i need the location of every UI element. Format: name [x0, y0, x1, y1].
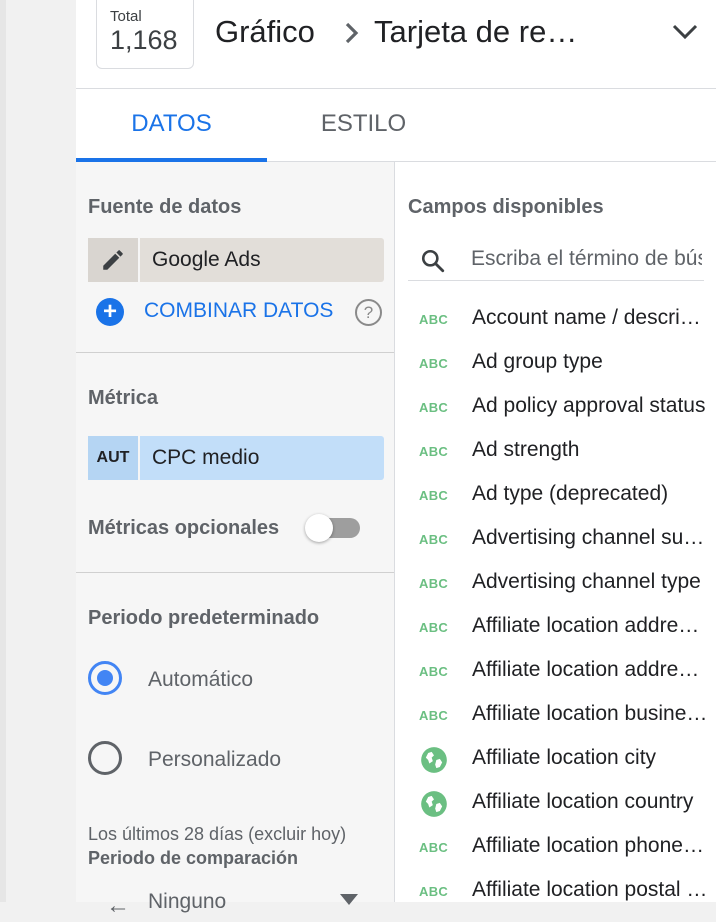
field-name: Ad group type: [472, 350, 603, 373]
field-name: Affiliate location postal code: [472, 878, 708, 901]
optional-metrics-label: Métricas opcionales: [88, 517, 280, 539]
aggregation-badge[interactable]: AUT: [88, 436, 140, 480]
radio-custom[interactable]: [88, 741, 122, 775]
text-type-icon: ABC: [419, 840, 449, 855]
tab-style[interactable]: ESTILO: [267, 89, 460, 161]
globe-icon: [421, 747, 447, 773]
field-item[interactable]: Affiliate location country: [395, 782, 716, 826]
metric-name: CPC medio: [152, 446, 260, 469]
panel-tabs: DATOS ESTILO: [76, 89, 716, 162]
available-fields-column: Campos disponibles ABC Account name / des…: [395, 162, 716, 902]
setup-column: Fuente de datos Google Ads + COMBINAR DA…: [76, 162, 395, 919]
field-name: Affiliate location country: [472, 790, 694, 813]
metric-title: Métrica: [88, 387, 159, 409]
arrow-left-icon: ←: [106, 892, 130, 919]
radio-automatic-label[interactable]: Automático: [148, 668, 253, 692]
field-name: Affiliate location phone number: [472, 834, 708, 857]
chevron-down-icon[interactable]: [670, 20, 700, 44]
canvas-edge: [0, 0, 77, 902]
breadcrumb-chart[interactable]: Gráfico: [215, 14, 315, 50]
text-type-icon: ABC: [419, 620, 449, 635]
field-item[interactable]: ABC Affiliate location business name: [395, 694, 716, 738]
date-range-title: Periodo predeterminado: [88, 607, 320, 629]
total-value: 1,168: [110, 25, 178, 55]
field-search: [408, 240, 704, 281]
field-name: Account name / descriptive name: [472, 306, 708, 329]
search-input[interactable]: [471, 244, 702, 274]
field-name: Advertising channel sub type: [472, 526, 708, 549]
comparison-title: Periodo de comparación: [88, 848, 299, 868]
field-name: Affiliate location business name: [472, 702, 708, 725]
field-item[interactable]: Affiliate location city: [395, 738, 716, 782]
component-preview[interactable]: Total 1,168: [96, 0, 194, 69]
comparison-value: Ninguno: [148, 890, 227, 913]
globe-icon: [421, 791, 447, 817]
text-type-icon: ABC: [419, 356, 449, 371]
field-item[interactable]: ABC Advertising channel type: [395, 562, 716, 606]
metric-chip[interactable]: AUT CPC medio: [88, 436, 384, 480]
field-name: Ad policy approval status: [472, 394, 706, 417]
field-name: Ad type (deprecated): [472, 482, 669, 505]
field-name: Affiliate location city: [472, 746, 657, 769]
chevron-right-icon: [345, 22, 359, 44]
panel-header: Total 1,168 Gráfico Tarjeta de re…: [76, 0, 716, 89]
edit-source-button[interactable]: [88, 238, 140, 282]
date-range-note: Los últimos 28 días (excluir hoy): [88, 824, 347, 844]
field-item[interactable]: ABC Ad policy approval status: [395, 386, 716, 430]
tab-data[interactable]: DATOS: [76, 89, 267, 161]
available-fields-title: Campos disponibles: [408, 196, 604, 218]
field-item[interactable]: ABC Affiliate location phone number: [395, 826, 716, 870]
search-icon: [421, 249, 445, 273]
field-name: Advertising channel type: [472, 570, 701, 593]
text-type-icon: ABC: [419, 312, 449, 327]
properties-panel: Total 1,168 Gráfico Tarjeta de re… DATOS…: [76, 0, 716, 919]
dropdown-caret-icon: [340, 894, 358, 905]
breadcrumb-scorecard[interactable]: Tarjeta de re…: [374, 14, 577, 50]
field-item[interactable]: ABC Ad type (deprecated): [395, 474, 716, 518]
text-type-icon: ABC: [419, 488, 449, 503]
data-source-name: Google Ads: [152, 248, 261, 271]
field-item[interactable]: ABC Ad strength: [395, 430, 716, 474]
field-name: Affiliate location address line 2: [472, 658, 708, 681]
comparison-select[interactable]: ← Ninguno: [88, 882, 384, 922]
canvas-edge-shade: [0, 0, 6, 902]
field-name: Affiliate location address line 1: [472, 614, 708, 637]
field-item[interactable]: ABC Advertising channel sub type: [395, 518, 716, 562]
field-item[interactable]: ABC Affiliate location address line 1: [395, 606, 716, 650]
data-source-chip[interactable]: Google Ads: [88, 238, 384, 282]
text-type-icon: ABC: [419, 444, 449, 459]
blend-data-button[interactable]: COMBINAR DATOS: [144, 299, 333, 323]
toggle-thumb[interactable]: [305, 514, 333, 542]
field-item[interactable]: ABC Affiliate location postal code: [395, 870, 716, 902]
text-type-icon: ABC: [419, 400, 449, 415]
data-source-title: Fuente de datos: [88, 196, 242, 218]
section-divider: [76, 352, 394, 353]
text-type-icon: ABC: [419, 708, 449, 723]
text-type-icon: ABC: [419, 576, 449, 591]
text-type-icon: ABC: [419, 532, 449, 547]
section-divider: [76, 572, 394, 573]
radio-automatic[interactable]: [88, 661, 122, 695]
help-icon[interactable]: ?: [355, 299, 382, 326]
add-circle-icon[interactable]: +: [96, 298, 124, 326]
field-item[interactable]: ABC Affiliate location address line 2: [395, 650, 716, 694]
field-item[interactable]: ABC Ad group type: [395, 342, 716, 386]
text-type-icon: ABC: [419, 664, 449, 679]
pencil-icon: [103, 250, 123, 270]
radio-custom-label[interactable]: Personalizado: [148, 748, 281, 772]
total-label: Total: [110, 8, 142, 25]
text-type-icon: ABC: [419, 884, 449, 899]
field-name: Ad strength: [472, 438, 580, 461]
field-item[interactable]: ABC Account name / descriptive name: [395, 298, 716, 342]
